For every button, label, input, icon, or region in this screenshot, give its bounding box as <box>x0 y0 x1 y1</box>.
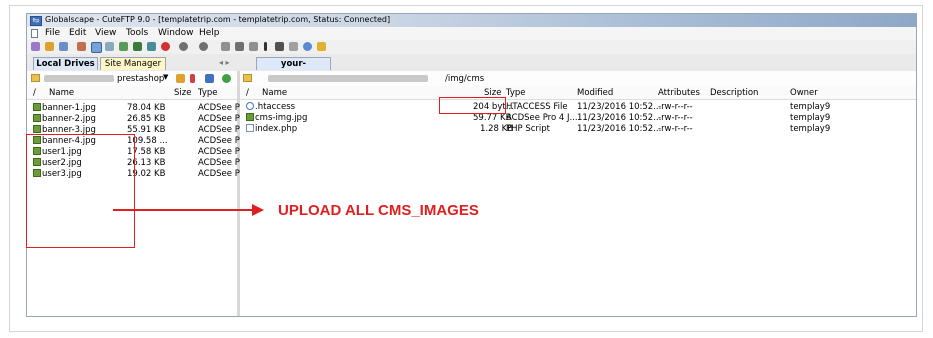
local-column-headers: / Name Size Type <box>27 86 237 100</box>
remote-file-row[interactable]: cms-img.jpg 59.77 KB ACDSee Pro 4 J... 1… <box>240 113 916 124</box>
bookmark-icon[interactable] <box>190 74 195 83</box>
redacted-remote-path <box>268 75 428 82</box>
remote-column-headers: / Name Size Type Modified Attributes Des… <box>240 86 916 100</box>
edit-icon[interactable] <box>77 42 86 51</box>
menu-tools[interactable]: Tools <box>126 28 148 38</box>
tab-scroll-arrows[interactable]: ◂ ▸ <box>219 58 230 67</box>
upload-arrow-icon <box>252 204 264 216</box>
upload-icon[interactable] <box>179 42 188 51</box>
delete-icon[interactable] <box>275 42 284 51</box>
upload-instruction-label: UPLOAD ALL CMS_IMAGES <box>278 202 479 219</box>
cuteftp-app-icon: ftp <box>30 16 42 26</box>
local-files-highlight <box>26 134 135 248</box>
menu-window[interactable]: Window <box>158 28 194 38</box>
exclamation-icon[interactable] <box>264 42 267 51</box>
folder-icon <box>31 74 40 82</box>
document-icon <box>31 29 38 38</box>
properties-icon[interactable] <box>221 42 230 51</box>
jpg-file-icon <box>246 113 254 121</box>
local-file-row[interactable]: banner-2.jpg 26.85 KB ACDSee Pr <box>27 114 243 125</box>
local-path-bar[interactable]: prestashop ▼ <box>27 71 237 87</box>
wizard-icon[interactable] <box>45 42 54 51</box>
local-path-text: prestashop <box>117 74 165 84</box>
remote-path-highlight <box>439 97 506 114</box>
remote-path-text: /img/cms <box>445 74 485 84</box>
remote-folder-icon <box>243 74 252 82</box>
col-owner[interactable]: Owner <box>790 88 818 98</box>
menu-bar: File Edit View Tools Window Help <box>27 27 916 40</box>
redacted-path <box>44 75 114 82</box>
jpg-file-icon <box>33 114 41 122</box>
menu-view[interactable]: View <box>95 28 116 38</box>
refresh-local-icon[interactable] <box>222 74 231 83</box>
remote-file-row[interactable]: .htaccess 204 byt... HTACCESS File 11/23… <box>240 102 916 113</box>
col-type[interactable]: Type <box>198 88 218 98</box>
tab-strip: Local Drives Site Manager ◂ ▸ your-store… <box>27 54 916 81</box>
upload-arrow-line <box>113 209 253 211</box>
cuteftp-window: ftp Globalscape - CuteFTP 9.0 - [templat… <box>26 13 917 317</box>
local-file-row[interactable]: banner-1.jpg 78.04 KB ACDSee Pr <box>27 103 243 114</box>
tab-site-manager[interactable]: Site Manager <box>100 57 166 70</box>
col-attributes[interactable]: Attributes <box>658 88 700 98</box>
filter-icon[interactable] <box>205 74 214 83</box>
menu-file[interactable]: File <box>45 28 60 38</box>
tab-local-drives[interactable]: Local Drives <box>33 57 98 70</box>
col-type[interactable]: Type <box>506 88 526 98</box>
window-title: Globalscape - CuteFTP 9.0 - [templatetri… <box>45 15 391 24</box>
toolbar <box>27 40 916 54</box>
stop-icon[interactable] <box>161 42 170 51</box>
chevron-down-icon[interactable]: ▼ <box>163 73 168 81</box>
copy-icon[interactable] <box>249 42 258 51</box>
shield-icon[interactable] <box>317 42 326 51</box>
up-folder-icon[interactable] <box>176 74 185 83</box>
col-sort[interactable]: / <box>246 88 249 98</box>
htaccess-file-icon <box>246 102 254 110</box>
jpg-file-icon <box>33 125 41 133</box>
php-file-icon <box>246 124 254 132</box>
remote-file-row[interactable]: index.php 1.28 KB PHP Script 11/23/2016 … <box>240 124 916 135</box>
new-site-icon[interactable] <box>59 42 68 51</box>
menu-help[interactable]: Help <box>199 28 220 38</box>
download-icon[interactable] <box>199 42 208 51</box>
col-size[interactable]: Size <box>174 88 191 98</box>
col-sort[interactable]: / <box>33 88 36 98</box>
jpg-file-icon <box>33 103 41 111</box>
refresh-icon[interactable] <box>147 42 156 51</box>
col-modified[interactable]: Modified <box>577 88 613 98</box>
remote-file-pane: / Name Size Type Modified Attributes Des… <box>240 86 916 316</box>
connect-icon[interactable] <box>31 42 40 51</box>
tab-your-store[interactable]: your-store.com <box>256 57 331 81</box>
queue-icon[interactable] <box>133 42 142 51</box>
col-name[interactable]: Name <box>49 88 74 98</box>
title-bar: ftp Globalscape - CuteFTP 9.0 - [templat… <box>27 14 916 27</box>
view-icon[interactable] <box>235 42 244 51</box>
help-icon[interactable] <box>303 42 312 51</box>
pointer-icon[interactable] <box>91 42 102 53</box>
menu-edit[interactable]: Edit <box>69 28 86 38</box>
quick-connect-icon[interactable] <box>105 42 114 51</box>
col-description[interactable]: Description <box>710 88 758 98</box>
remote-path-bar[interactable]: /img/cms <box>240 71 916 87</box>
col-name[interactable]: Name <box>262 88 287 98</box>
rename-icon[interactable] <box>289 42 298 51</box>
transfer-icon[interactable] <box>119 42 128 51</box>
